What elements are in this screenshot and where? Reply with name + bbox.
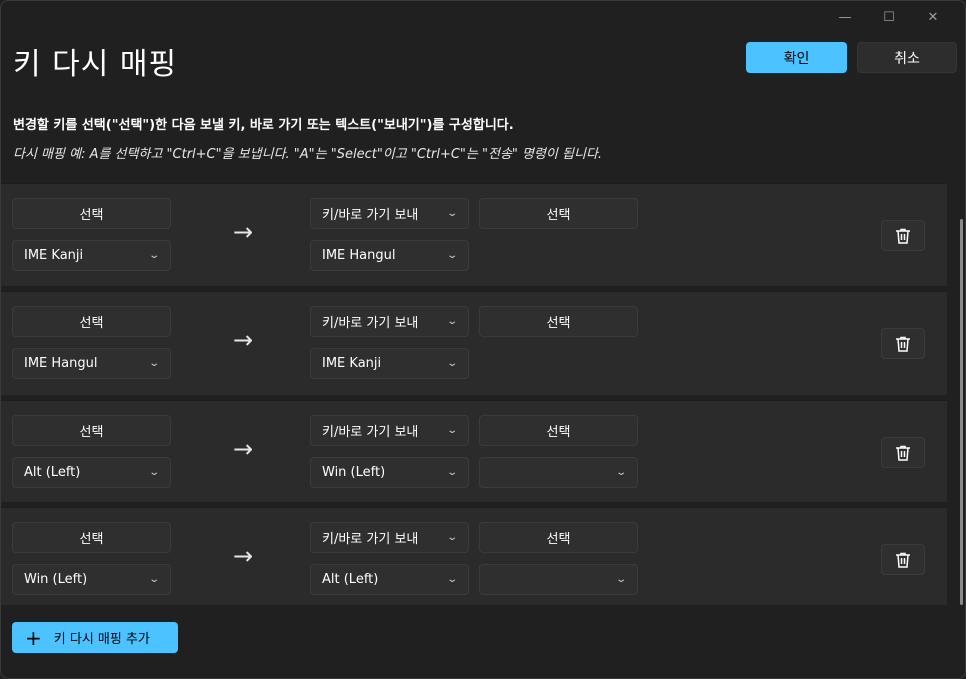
delete-row-button[interactable] bbox=[881, 544, 925, 575]
action-type-value: 키/바로 가기 보내 bbox=[322, 532, 419, 547]
target-key2-dropdown[interactable]: ⌄ bbox=[479, 564, 638, 595]
close-button[interactable]: ✕ bbox=[911, 7, 955, 27]
arrow-right-icon: → bbox=[233, 542, 254, 570]
source-key-value: Alt (Left) bbox=[24, 465, 81, 480]
remap-row: 선택 IME Hangul ⌄ → 키/바로 가기 보내 ⌄ 선택 IME Ka… bbox=[1, 291, 947, 395]
target-key-dropdown[interactable]: IME Kanji ⌄ bbox=[310, 348, 469, 379]
target-key-value: IME Kanji bbox=[322, 356, 382, 371]
target-key-value: IME Hangul bbox=[322, 248, 396, 263]
trash-icon bbox=[896, 552, 910, 568]
arrow-right-icon: → bbox=[233, 326, 254, 354]
trash-icon bbox=[896, 336, 910, 352]
example-text: 다시 매핑 예: A를 선택하고 "Ctrl+C"을 보냅니다. "A"는 "S… bbox=[13, 147, 603, 162]
chevron-down-icon: ⌄ bbox=[147, 358, 160, 369]
chevron-down-icon: ⌄ bbox=[445, 208, 458, 219]
delete-row-button[interactable] bbox=[881, 220, 925, 251]
chevron-down-icon: ⌄ bbox=[147, 250, 160, 261]
chevron-down-icon: ⌄ bbox=[147, 574, 160, 585]
source-key-dropdown[interactable]: Win (Left) ⌄ bbox=[12, 564, 171, 595]
source-key-dropdown[interactable]: Alt (Left) ⌄ bbox=[12, 457, 171, 488]
trash-icon bbox=[896, 228, 910, 244]
arrow-right-icon: → bbox=[233, 218, 254, 246]
target-key-dropdown[interactable]: IME Hangul ⌄ bbox=[310, 240, 469, 271]
minimize-button[interactable]: — bbox=[823, 7, 867, 27]
chevron-down-icon: ⌄ bbox=[445, 358, 458, 369]
target-select-button[interactable]: 선택 bbox=[479, 522, 638, 553]
chevron-down-icon: ⌄ bbox=[445, 532, 458, 543]
chevron-down-icon: ⌄ bbox=[147, 467, 160, 478]
ok-button[interactable]: 확인 bbox=[746, 42, 847, 73]
cancel-button[interactable]: 취소 bbox=[857, 42, 957, 73]
arrow-right-icon: → bbox=[233, 435, 254, 463]
source-key-value: IME Hangul bbox=[24, 356, 98, 371]
action-type-value: 키/바로 가기 보내 bbox=[322, 425, 419, 440]
remap-row: 선택 IME Kanji ⌄ → 키/바로 가기 보내 ⌄ 선택 IME Han… bbox=[1, 183, 947, 286]
chevron-down-icon: ⌄ bbox=[614, 574, 627, 585]
action-type-dropdown[interactable]: 키/바로 가기 보내 ⌄ bbox=[310, 522, 469, 553]
remap-row: 선택 Win (Left) ⌄ → 키/바로 가기 보내 ⌄ 선택 Alt (L… bbox=[1, 507, 947, 605]
target-select-button[interactable]: 선택 bbox=[479, 198, 638, 229]
action-type-value: 키/바로 가기 보내 bbox=[322, 208, 419, 223]
close-icon: ✕ bbox=[927, 9, 939, 25]
source-select-button[interactable]: 선택 bbox=[12, 415, 171, 446]
plus-icon: + bbox=[25, 625, 42, 650]
source-key-dropdown[interactable]: IME Hangul ⌄ bbox=[12, 348, 171, 379]
target-key-value: Win (Left) bbox=[322, 465, 386, 480]
chevron-down-icon: ⌄ bbox=[445, 467, 458, 478]
chevron-down-icon: ⌄ bbox=[445, 574, 458, 585]
trash-icon bbox=[896, 445, 910, 461]
remap-row: 선택 Alt (Left) ⌄ → 키/바로 가기 보내 ⌄ 선택 Win (L… bbox=[1, 400, 947, 502]
source-key-dropdown[interactable]: IME Kanji ⌄ bbox=[12, 240, 171, 271]
target-key2-dropdown[interactable]: ⌄ bbox=[479, 457, 638, 488]
delete-row-button[interactable] bbox=[881, 328, 925, 359]
target-select-button[interactable]: 선택 bbox=[479, 415, 638, 446]
target-key-value: Alt (Left) bbox=[322, 572, 379, 587]
add-remapping-button[interactable]: + 키 다시 매핑 추가 bbox=[12, 622, 178, 653]
minimize-icon: — bbox=[838, 9, 852, 25]
source-select-button[interactable]: 선택 bbox=[12, 522, 171, 553]
add-remapping-label: 키 다시 매핑 추가 bbox=[53, 632, 150, 647]
target-select-button[interactable]: 선택 bbox=[479, 306, 638, 337]
remap-keys-window: — ☐ ✕ 키 다시 매핑 확인 취소 변경할 키를 선택("선택")한 다음 … bbox=[0, 0, 966, 679]
target-key-dropdown[interactable]: Win (Left) ⌄ bbox=[310, 457, 469, 488]
target-key-dropdown[interactable]: Alt (Left) ⌄ bbox=[310, 564, 469, 595]
action-type-dropdown[interactable]: 키/바로 가기 보내 ⌄ bbox=[310, 415, 469, 446]
action-type-dropdown[interactable]: 키/바로 가기 보내 ⌄ bbox=[310, 306, 469, 337]
title-bar-controls: — ☐ ✕ bbox=[823, 7, 955, 27]
source-select-button[interactable]: 선택 bbox=[12, 306, 171, 337]
maximize-icon: ☐ bbox=[883, 9, 895, 25]
source-select-button[interactable]: 선택 bbox=[12, 198, 171, 229]
source-key-value: Win (Left) bbox=[24, 572, 88, 587]
remap-list: 선택 IME Kanji ⌄ → 키/바로 가기 보내 ⌄ 선택 IME Han… bbox=[1, 183, 947, 610]
delete-row-button[interactable] bbox=[881, 437, 925, 468]
page-title: 키 다시 매핑 bbox=[13, 47, 178, 82]
chevron-down-icon: ⌄ bbox=[614, 467, 627, 478]
action-type-value: 키/바로 가기 보내 bbox=[322, 316, 419, 331]
scrollbar[interactable] bbox=[960, 219, 963, 605]
chevron-down-icon: ⌄ bbox=[445, 250, 458, 261]
action-type-dropdown[interactable]: 키/바로 가기 보내 ⌄ bbox=[310, 198, 469, 229]
chevron-down-icon: ⌄ bbox=[445, 425, 458, 436]
source-key-value: IME Kanji bbox=[24, 248, 84, 263]
chevron-down-icon: ⌄ bbox=[445, 316, 458, 327]
instructions-text: 변경할 키를 선택("선택")한 다음 보낼 키, 바로 가기 또는 텍스트("… bbox=[13, 118, 514, 133]
maximize-button[interactable]: ☐ bbox=[867, 7, 911, 27]
